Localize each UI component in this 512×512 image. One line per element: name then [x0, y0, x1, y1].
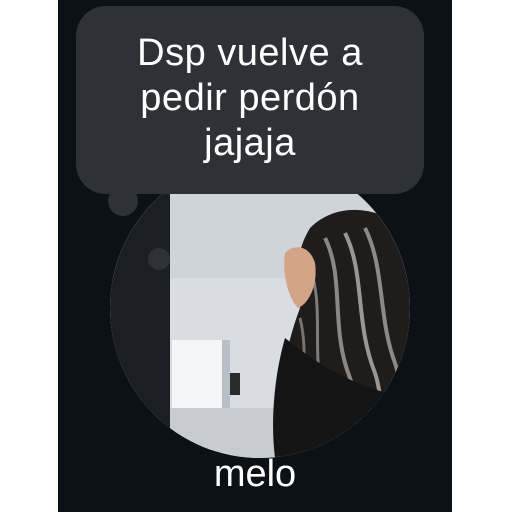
- note-bubble[interactable]: Dsp vuelve a pedir perdón jajaja: [76, 6, 424, 194]
- note-line-1: Dsp vuelve a: [137, 31, 363, 74]
- profile-avatar[interactable]: [110, 158, 410, 458]
- bubble-tail-large: [108, 186, 138, 216]
- note-line-3: jajaja: [204, 121, 296, 164]
- username-label[interactable]: melo: [58, 450, 452, 498]
- bubble-tail-small: [148, 248, 170, 270]
- story-screen: Dsp vuelve a pedir perdón jajaja melo: [58, 0, 452, 512]
- note-line-2: pedir perdón: [140, 76, 360, 119]
- avatar-photo: [110, 158, 410, 458]
